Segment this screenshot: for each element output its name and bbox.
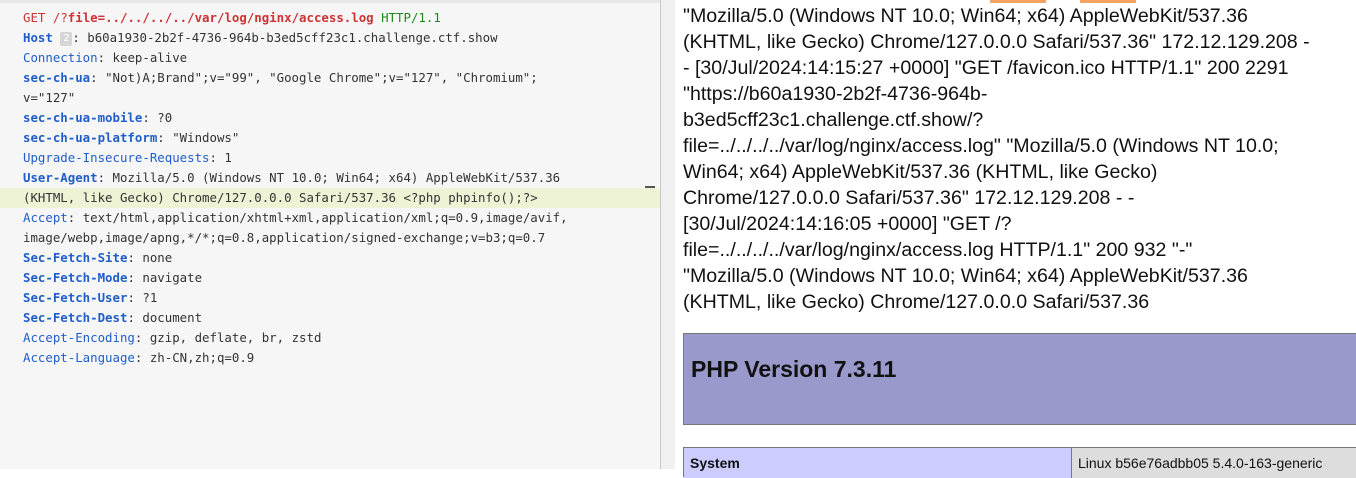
log-line: file=../../../../var/log/nginx/access.lo… [683, 135, 1279, 157]
header-line[interactable]: Upgrade-Insecure-Requests: 1 [23, 148, 660, 168]
header-value: none [142, 250, 173, 265]
header-line[interactable]: sec-ch-ua-platform: "Windows" [23, 128, 660, 148]
system-value: Linux b56e76adbb05 5.4.0-163-generic [1072, 448, 1356, 478]
raw-request[interactable]: GET /?file=../../../../var/log/nginx/acc… [0, 8, 660, 368]
header-value: 1 [224, 150, 232, 165]
header-value: v="127" [23, 90, 76, 105]
header-value: keep-alive [112, 50, 188, 65]
php-version-header: PHP Version 7.3.11 [683, 333, 1356, 425]
header-value: Mozilla/5.0 (Windows NT 10.0; Win64; x64… [112, 170, 561, 185]
log-line: - [30/Jul/2024:14:15:27 +0000] "GET /fav… [683, 57, 1289, 79]
header-line[interactable]: Sec-Fetch-Dest: document [23, 308, 660, 328]
header-key: Host [23, 30, 53, 45]
pane-gutter [661, 0, 675, 469]
header-key: sec-ch-ua [23, 70, 91, 85]
header-key: Sec-Fetch-Site [23, 250, 128, 265]
header-value: zh-CN,zh;q=0.9 [149, 350, 255, 365]
log-line: Win64; x64) AppleWebKit/537.36 (KHTML, l… [683, 161, 1158, 183]
header-key: Accept [23, 210, 68, 225]
request-protocol: HTTP/1.1 [381, 10, 441, 25]
header-value: text/html,application/xhtml+xml,applicat… [82, 210, 568, 225]
header-key: User-Agent [23, 170, 98, 185]
header-line[interactable]: Accept: text/html,application/xhtml+xml,… [23, 208, 660, 228]
request-path-prefix: /? [52, 10, 68, 25]
header-key: Sec-Fetch-Dest [23, 310, 128, 325]
header-continuation[interactable]: image/webp,image/apng,*/*;q=0.8,applicat… [23, 228, 660, 248]
log-line: [30/Jul/2024:14:16:05 +0000] "GET /? [683, 213, 1012, 235]
log-line: Chrome/127.0.0.0 Safari/537.36" 172.12.1… [683, 187, 1135, 209]
log-line: "Mozilla/5.0 (Windows NT 10.0; Win64; x6… [683, 5, 1248, 27]
header-line[interactable]: Sec-Fetch-User: ?1 [23, 288, 660, 308]
editor-top-strip [0, 0, 660, 3]
header-value: image/webp,image/apng,*/*;q=0.8,applicat… [23, 230, 546, 245]
header-line[interactable]: Host 2: b60a1930-2b2f-4736-964b-b3ed5cff… [23, 28, 660, 48]
response-render-pane: "Mozilla/5.0 (Windows NT 10.0; Win64; x6… [683, 3, 1356, 315]
php-version-title: PHP Version 7.3.11 [691, 356, 897, 382]
header-continuation[interactable]: v="127" [23, 88, 660, 108]
header-value: navigate [142, 270, 203, 285]
header-line[interactable]: Accept-Encoding: gzip, deflate, br, zstd [23, 328, 660, 348]
request-headers[interactable]: Host 2: b60a1930-2b2f-4736-964b-b3ed5cff… [0, 28, 660, 368]
log-line: "https://b60a1930-2b2f-4736-964b- [683, 83, 988, 105]
header-continuation[interactable]: (KHTML, like Gecko) Chrome/127.0.0.0 Saf… [0, 188, 660, 208]
request-editor-pane[interactable]: GET /?file=../../../../var/log/nginx/acc… [0, 0, 660, 469]
header-line[interactable]: sec-ch-ua: "Not)A;Brand";v="99", "Google… [23, 68, 660, 88]
header-line[interactable]: Accept-Language: zh-CN,zh;q=0.9 [23, 348, 660, 368]
header-line[interactable]: Connection: keep-alive [23, 48, 660, 68]
scroll-marker [645, 186, 655, 188]
request-param-name: file [67, 10, 98, 25]
log-line: b3ed5cff23c1.challenge.ctf.show/? [683, 109, 984, 131]
request-method: GET [23, 10, 46, 25]
header-key: sec-ch-ua-mobile [23, 110, 143, 125]
request-param-value: =../../../../var/log/nginx/access.log [97, 10, 374, 25]
request-line[interactable]: GET /?file=../../../../var/log/nginx/acc… [23, 8, 660, 28]
log-line: file=../../../../var/log/nginx/access.lo… [683, 239, 1193, 261]
header-key: Connection [23, 50, 98, 65]
header-line[interactable]: sec-ch-ua-mobile: ?0 [23, 108, 660, 128]
header-value: "Windows" [172, 130, 240, 145]
header-key: Accept-Language [23, 350, 135, 365]
header-value: b60a1930-2b2f-4736-964b-b3ed5cff23c1.cha… [87, 30, 498, 45]
header-value: "Not)A;Brand";v="99", "Google Chrome";v=… [105, 70, 538, 85]
header-value: document [142, 310, 203, 325]
php-info-table: System Linux b56e76adbb05 5.4.0-163-gene… [683, 447, 1356, 478]
header-line[interactable]: User-Agent: Mozilla/5.0 (Windows NT 10.0… [23, 168, 660, 188]
header-key: sec-ch-ua-platform [23, 130, 158, 145]
header-key: Sec-Fetch-Mode [23, 270, 128, 285]
access-log-text: "Mozilla/5.0 (Windows NT 10.0; Win64; x6… [683, 3, 1356, 315]
header-key: Accept-Encoding [23, 330, 135, 345]
header-value: ?1 [142, 290, 158, 305]
header-value: ?0 [157, 110, 173, 125]
system-label: System [684, 448, 1072, 478]
log-line: "Mozilla/5.0 (Windows NT 10.0; Win64; x6… [683, 265, 1248, 287]
header-line[interactable]: Sec-Fetch-Mode: navigate [23, 268, 660, 288]
header-line[interactable]: Sec-Fetch-Site: none [23, 248, 660, 268]
header-count-badge[interactable]: 2 [60, 32, 73, 46]
header-value: (KHTML, like Gecko) Chrome/127.0.0.0 Saf… [23, 190, 538, 205]
log-line: (KHTML, like Gecko) Chrome/127.0.0.0 Saf… [683, 291, 1150, 313]
log-line: (KHTML, like Gecko) Chrome/127.0.0.0 Saf… [683, 31, 1310, 53]
header-key: Sec-Fetch-User [23, 290, 128, 305]
header-value: gzip, deflate, br, zstd [149, 330, 322, 345]
header-key: Upgrade-Insecure-Requests [23, 150, 210, 165]
